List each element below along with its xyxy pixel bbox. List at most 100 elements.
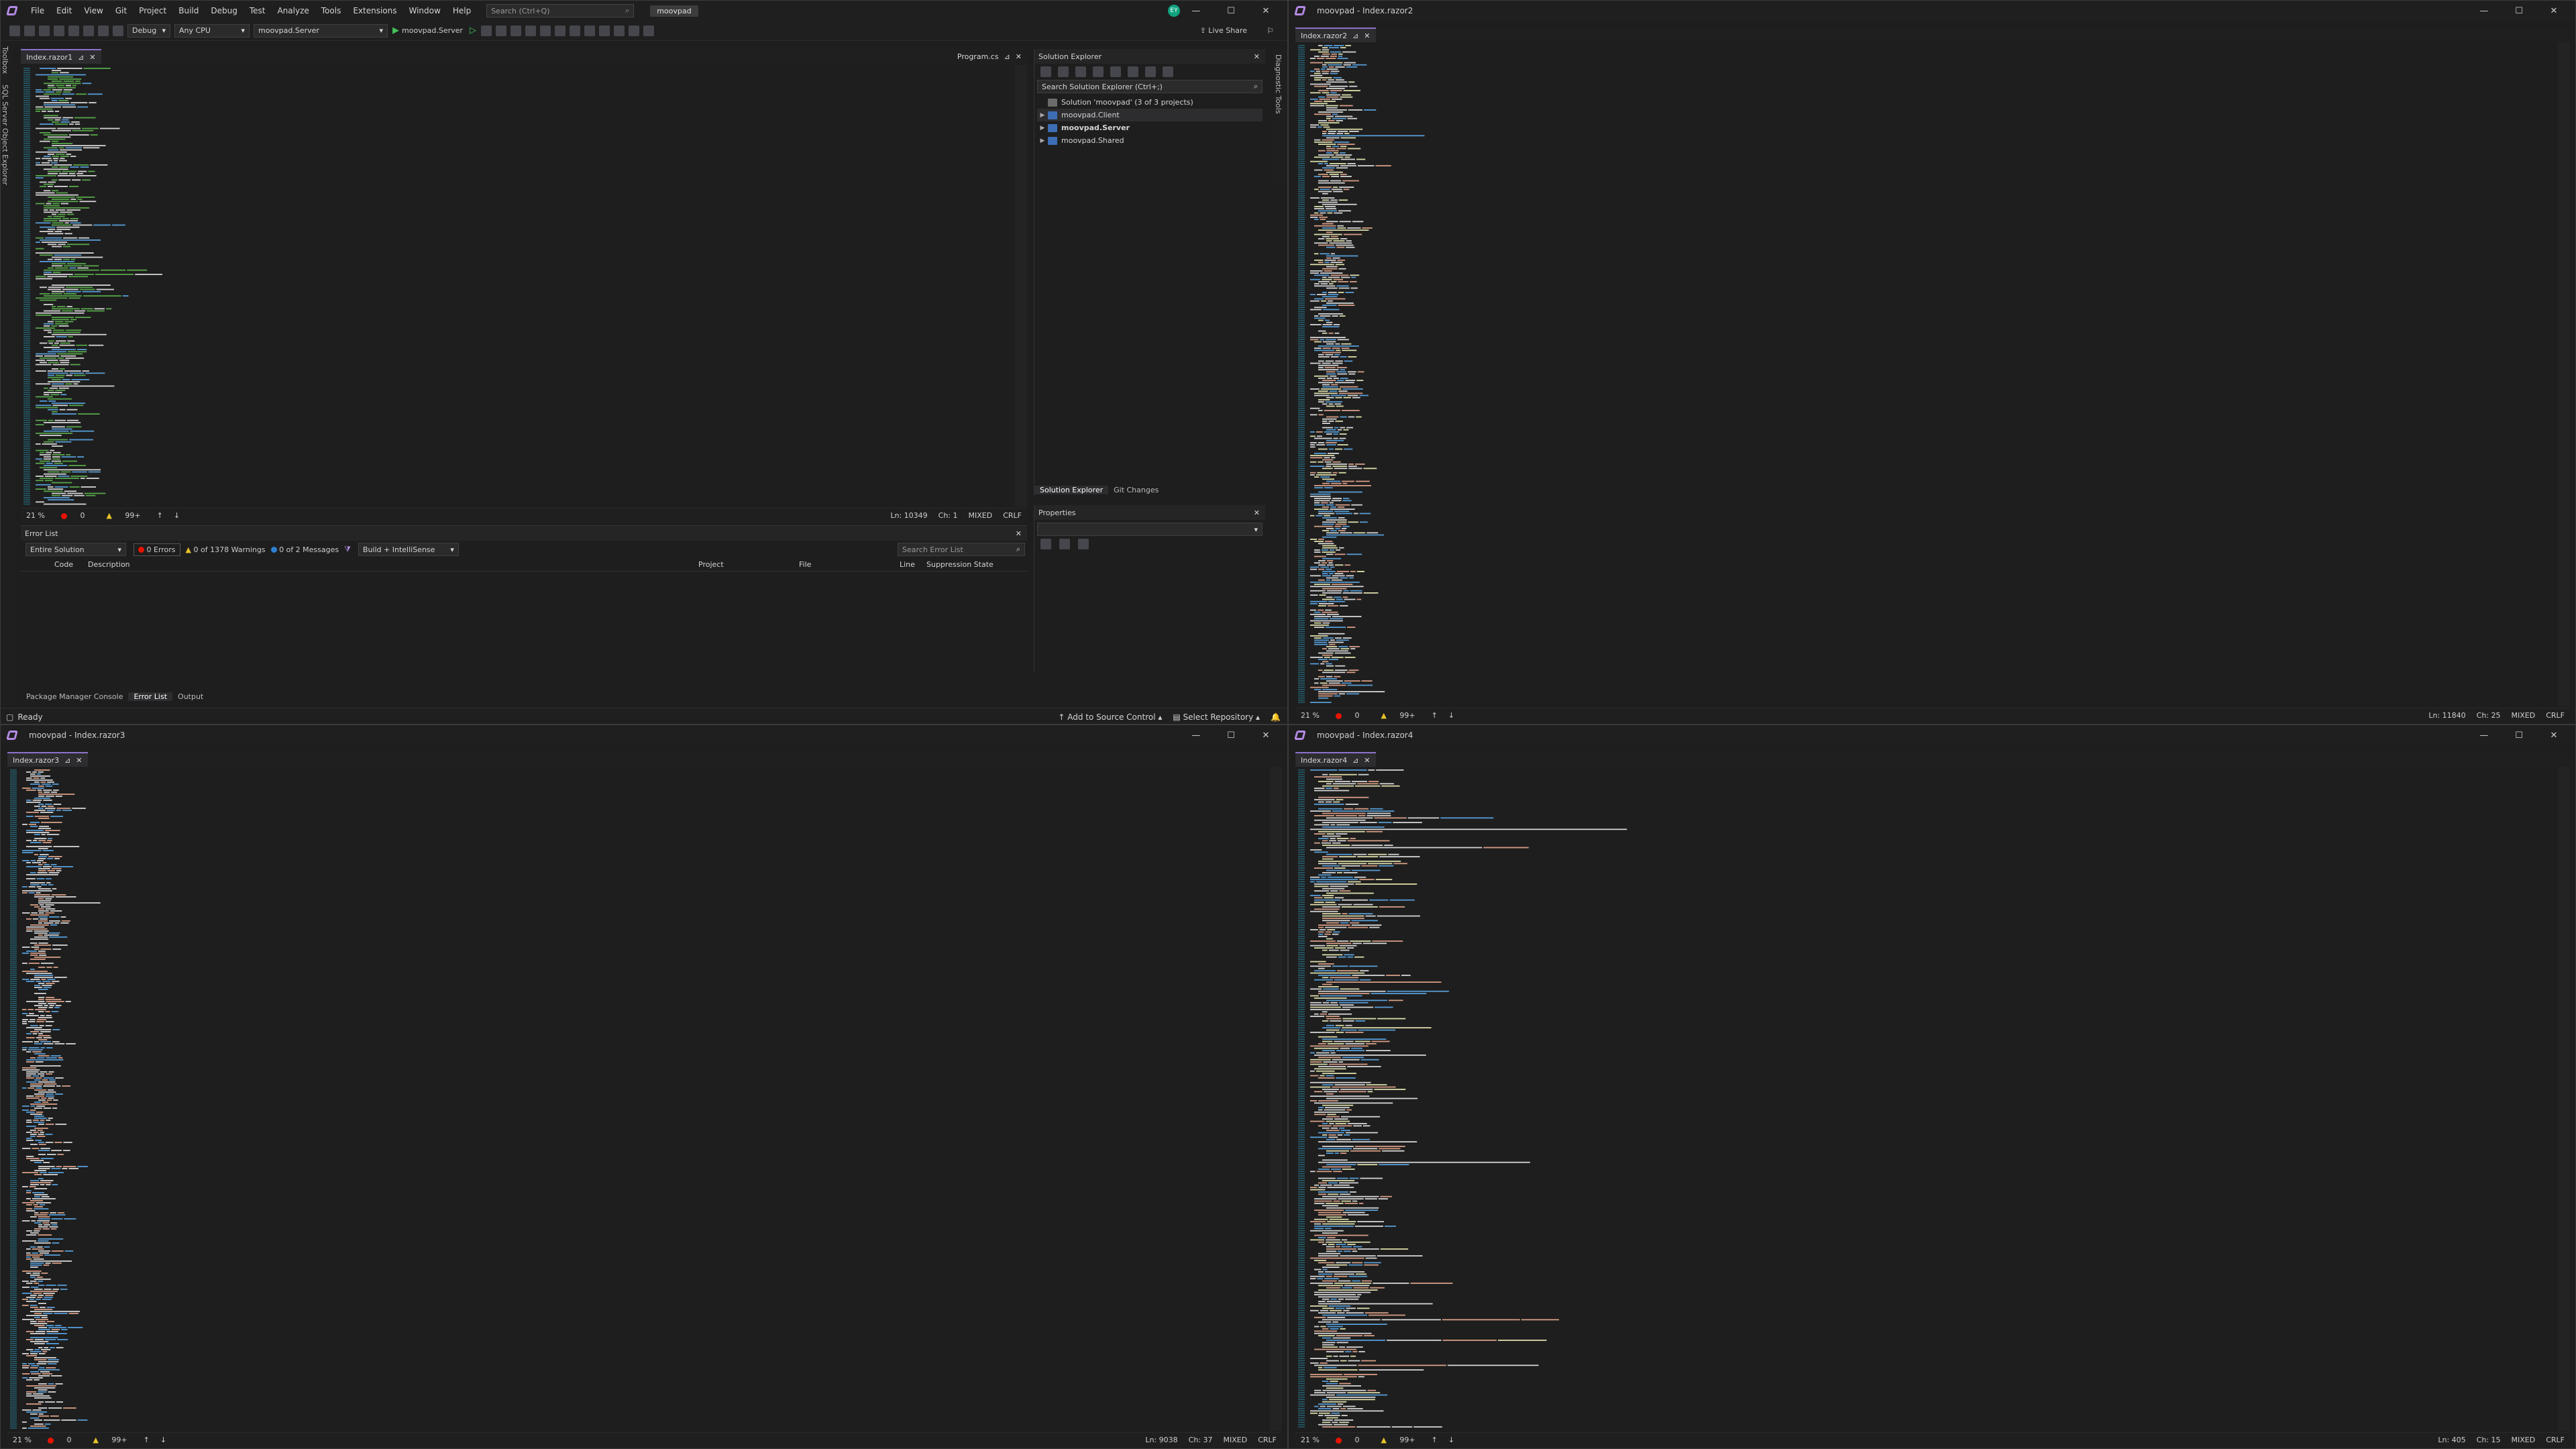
nav-up-icon[interactable]: ↑ [157,511,163,520]
tab-program-cs[interactable]: Program.cs ⊿ ✕ [952,49,1027,64]
close-button[interactable]: ✕ [1248,725,1283,745]
hot-reload-icon[interactable] [480,25,492,36]
nav-down-icon[interactable]: ↓ [1448,1436,1454,1444]
search-input[interactable]: Search (Ctrl+Q) ⌕ [486,4,635,17]
menu-extensions[interactable]: Extensions [347,6,402,15]
tab-index-razor3[interactable]: Index.razor3 ⊿ ✕ [7,752,88,767]
line-ending-indicator[interactable]: CRLF [2546,1436,2565,1444]
zoom-level[interactable]: 21 % [13,1436,32,1444]
outdent-icon[interactable] [584,25,595,36]
close-icon[interactable]: ✕ [1016,52,1022,61]
pin-icon[interactable]: ⊿ [1004,52,1010,61]
expand-arrow-icon[interactable]: ▶ [1037,112,1048,119]
menu-view[interactable]: View [78,6,109,15]
minimize-button[interactable]: — [2467,1,2502,21]
switch-views-icon[interactable] [1093,66,1104,77]
code-editor-2[interactable] [1295,42,2570,706]
close-icon[interactable]: ✕ [89,53,95,62]
menu-window[interactable]: Window [403,6,447,15]
maximize-button[interactable]: ☐ [2502,1,2536,21]
add-to-source-control-button[interactable]: ↑ Add to Source Control ▴ [1058,712,1162,722]
error-search-input[interactable]: Search Error List ⌕ [898,543,1025,556]
tab-index-razor2[interactable]: Index.razor2 ⊿ ✕ [1295,28,1376,42]
solution-node[interactable]: Solution 'moovpad' (3 of 3 projects) [1037,96,1263,109]
project-node-server[interactable]: ▶ moovpad.Server [1037,121,1263,134]
code-editor-1[interactable] [21,65,1027,506]
menu-git[interactable]: Git [109,6,133,15]
live-share-button[interactable]: ⇪ Live Share [1200,26,1247,35]
back-icon[interactable] [1040,66,1051,77]
column-line[interactable]: Line [900,560,926,569]
tab-index-razor1[interactable]: Index.razor1 ⊿ ✕ [21,49,101,64]
column-project[interactable]: Project [698,560,799,569]
close-icon[interactable]: ✕ [1254,508,1260,517]
solution-search-input[interactable]: Search Solution Explorer (Ctrl+;) ⌕ [1037,80,1263,93]
show-all-files-icon[interactable] [1145,66,1156,77]
column-file[interactable]: File [799,560,900,569]
alphabetical-icon[interactable] [1059,539,1070,549]
tab-error-list[interactable]: Error List [128,692,173,701]
code-editor-4[interactable] [1295,767,2570,1431]
bookmark-clear-icon[interactable] [643,25,654,36]
expand-arrow-icon[interactable]: ▶ [1037,138,1048,144]
menu-analyze[interactable]: Analyze [271,6,315,15]
project-node-client[interactable]: ▶ moovpad.Client [1037,109,1263,121]
bookmark-icon[interactable] [598,25,610,36]
browser-icon[interactable] [495,25,506,36]
platform-dropdown[interactable]: Any CPU ▾ [174,23,250,38]
tab-git-changes[interactable]: Git Changes [1108,486,1164,494]
editor-scrollbar[interactable] [1270,767,1282,1431]
minimize-button[interactable]: — [2467,725,2502,745]
start-without-debugging-icon[interactable]: ▷ [470,25,476,36]
collapse-all-icon[interactable] [1128,66,1138,77]
error-scope-dropdown[interactable]: Entire Solution ▾ [25,543,126,556]
expand-arrow-icon[interactable]: ▶ [1037,125,1048,131]
pin-icon[interactable]: ⊿ [1352,32,1358,40]
tab-index-razor4[interactable]: Index.razor4 ⊿ ✕ [1295,752,1376,767]
close-icon[interactable]: ✕ [1364,32,1370,40]
uncomment-icon[interactable] [554,25,566,36]
filter-icon[interactable]: ⧩ [344,545,351,554]
pin-icon[interactable]: ⊿ [1352,756,1358,765]
maximize-button[interactable]: ☐ [1214,725,1248,745]
pin-icon[interactable]: ⊿ [64,756,70,765]
properties-object-dropdown[interactable]: ▾ [1037,523,1263,536]
errors-indicator[interactable]: 0 [56,511,91,520]
project-node-shared[interactable]: ▶ moovpad.Shared [1037,134,1263,147]
tab-package-manager-console[interactable]: Package Manager Console [21,692,128,701]
menu-help[interactable]: Help [447,6,477,15]
build-filter-dropdown[interactable]: Build + IntelliSense ▾ [358,543,459,556]
zoom-level[interactable]: 21 % [1301,711,1320,720]
bookmark-prev-icon[interactable] [613,25,625,36]
forward-icon[interactable] [24,25,35,36]
comment-icon[interactable] [539,25,551,36]
tab-output[interactable]: Output [172,692,209,701]
open-icon[interactable] [54,25,64,36]
encoding-indicator[interactable]: MIXED [2512,711,2536,720]
nav-up-icon[interactable]: ↑ [144,1436,150,1444]
encoding-indicator[interactable]: MIXED [969,511,993,520]
minimize-button[interactable]: — [1179,725,1214,745]
zoom-level[interactable]: 21 % [1301,1436,1320,1444]
menu-edit[interactable]: Edit [50,6,78,15]
errors-indicator[interactable]: 0 [1330,1436,1365,1444]
sql-object-explorer-tab[interactable]: SQL Server Object Explorer [1,79,9,191]
menu-project[interactable]: Project [133,6,172,15]
column-suppression[interactable]: Suppression State [926,560,1014,569]
menu-tools[interactable]: Tools [315,6,347,15]
menu-test[interactable]: Test [244,6,272,15]
select-repository-button[interactable]: ▤ Select Repository ▴ [1173,712,1260,722]
categorized-icon[interactable] [1040,539,1051,549]
nav-down-icon[interactable]: ↓ [174,511,180,520]
feedback-icon[interactable]: ⚐ [1267,26,1274,36]
warnings-indicator[interactable]: ▲ 99+ [87,1436,132,1444]
back-icon[interactable] [9,25,20,36]
sync-icon[interactable] [1110,66,1121,77]
diagnostics-icon[interactable] [525,25,536,36]
layout-icon[interactable] [510,25,521,36]
undo-icon[interactable] [98,25,109,36]
encoding-indicator[interactable]: MIXED [2512,1436,2536,1444]
indent-icon[interactable] [569,25,580,36]
menu-debug[interactable]: Debug [205,6,243,15]
bookmark-next-icon[interactable] [628,25,639,36]
